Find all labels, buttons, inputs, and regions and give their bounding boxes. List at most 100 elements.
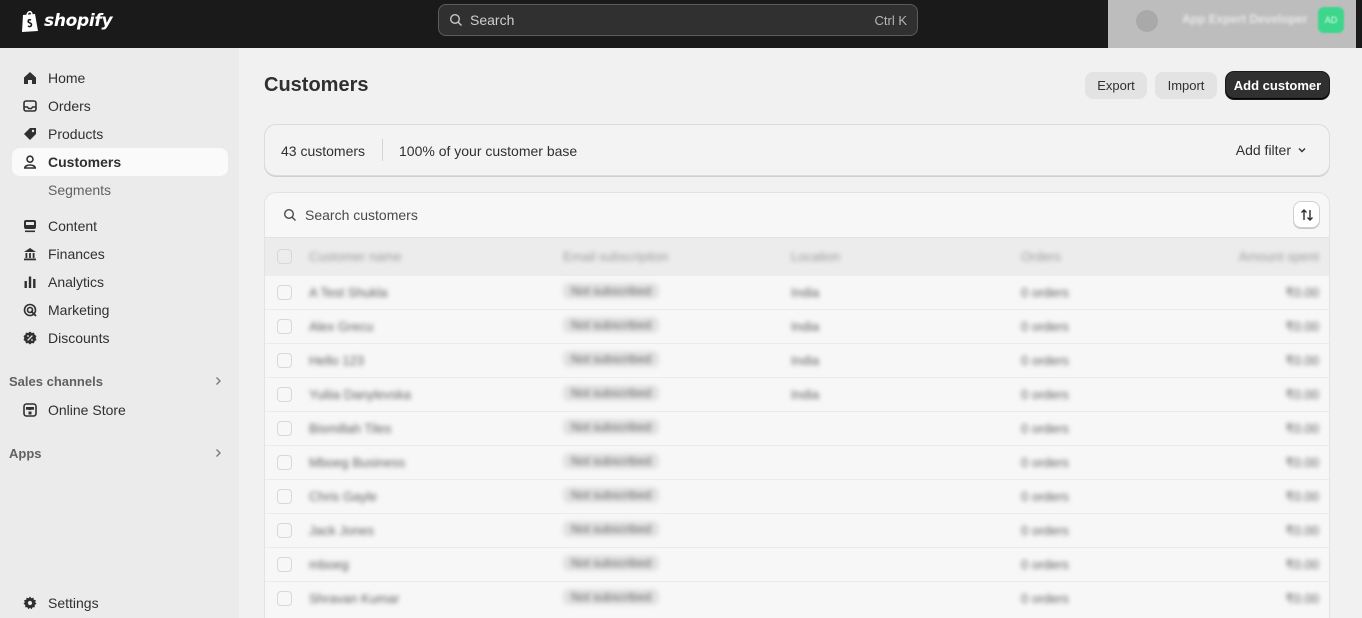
table-row[interactable]: Yuliia Danylevska Not subscribed India 0… <box>265 377 1329 411</box>
bank-icon <box>22 246 38 262</box>
table-row[interactable]: mboeg Not subscribed 0 orders ₹0.00 <box>265 547 1329 581</box>
row-checkbox[interactable] <box>277 489 292 504</box>
sidebar-item-marketing[interactable]: Marketing <box>12 296 228 324</box>
sidebar-item-home[interactable]: Home <box>12 64 228 92</box>
email-subscription-badge: Not subscribed <box>563 453 660 469</box>
account-area: App Expert Developer AD <box>1108 0 1356 48</box>
customer-amount-spent: ₹0.00 <box>1285 455 1319 470</box>
row-checkbox[interactable] <box>277 285 292 300</box>
sidebar-item-customers[interactable]: Customers <box>12 148 228 176</box>
customer-name: Hello 123 <box>309 353 364 368</box>
target-icon <box>22 302 38 318</box>
add-customer-button[interactable]: Add customer <box>1226 72 1329 99</box>
select-all-checkbox[interactable] <box>277 249 292 264</box>
customer-orders: 0 orders <box>1021 353 1069 368</box>
email-subscription-badge: Not subscribed <box>563 317 660 333</box>
sidebar-item-analytics[interactable]: Analytics <box>12 268 228 296</box>
page-title: Customers <box>264 74 369 96</box>
search-icon <box>283 208 296 221</box>
customer-count: 43 customers <box>281 143 366 159</box>
row-checkbox[interactable] <box>277 353 292 368</box>
sidebar-item-segments[interactable]: Segments <box>12 176 228 204</box>
row-checkbox[interactable] <box>277 523 292 538</box>
avatar[interactable]: AD <box>1318 7 1344 33</box>
sidebar-item-label: Customers <box>48 154 122 170</box>
table-row[interactable]: Alex Grecu Not subscribed India 0 orders… <box>265 309 1329 343</box>
customer-orders: 0 orders <box>1021 285 1069 300</box>
customer-amount-spent: ₹0.00 <box>1285 285 1319 300</box>
customer-search-input[interactable]: Search customers <box>283 207 418 223</box>
sidebar-item-orders[interactable]: Orders <box>12 92 228 120</box>
chevron-right-icon <box>216 377 221 385</box>
email-subscription-badge: Not subscribed <box>563 521 660 537</box>
gear-icon <box>22 595 38 611</box>
apps-section[interactable]: Apps <box>9 443 223 463</box>
sidebar-item-label: Marketing <box>48 302 110 318</box>
summary-divider <box>382 139 383 161</box>
sidebar-item-discounts[interactable]: Discounts <box>12 324 228 352</box>
store-name[interactable]: App Expert Developer <box>1182 12 1307 26</box>
customer-amount-spent: ₹0.00 <box>1285 387 1319 402</box>
sales-channels-label: Sales channels <box>9 373 103 389</box>
sidebar-item-label: Discounts <box>48 330 110 346</box>
column-header-location[interactable]: Location <box>791 249 840 264</box>
row-checkbox[interactable] <box>277 421 292 436</box>
sidebar-item-finances[interactable]: Finances <box>12 240 228 268</box>
sidebar-item-label: Segments <box>48 182 112 198</box>
sidebar-item-label: Online Store <box>48 402 126 418</box>
table-row[interactable]: Shravan Kumar Not subscribed 0 orders ₹0… <box>265 581 1329 615</box>
column-header-email[interactable]: Email subscription <box>563 249 669 264</box>
sidebar-item-label: Content <box>48 218 98 234</box>
sidebar-item-label: Settings <box>48 595 99 611</box>
sidebar-item-products[interactable]: Products <box>12 120 228 148</box>
import-button[interactable]: Import <box>1155 72 1217 99</box>
customer-summary-bar: 43 customers 100% of your customer base … <box>264 124 1330 176</box>
customer-amount-spent: ₹0.00 <box>1285 489 1319 504</box>
sidebar-item-label: Analytics <box>48 274 105 290</box>
global-search-input[interactable]: Search Ctrl K <box>438 4 918 36</box>
table-row[interactable]: Mboeg Business Not subscribed 0 orders ₹… <box>265 445 1329 479</box>
sidebar-item-settings[interactable]: Settings <box>12 589 228 617</box>
shopify-logo[interactable]: shopify <box>20 9 113 33</box>
content-icon <box>22 218 38 234</box>
row-checkbox[interactable] <box>277 387 292 402</box>
column-header-orders[interactable]: Orders <box>1021 249 1061 264</box>
tag-icon <box>22 126 38 142</box>
column-header-name[interactable]: Customer name <box>309 249 401 264</box>
shopify-bag-icon <box>22 10 38 32</box>
customer-name: Shravan Kumar <box>309 591 400 606</box>
email-subscription-badge: Not subscribed <box>563 283 660 299</box>
customer-name: Chris Gayle <box>309 489 377 504</box>
sort-button[interactable] <box>1293 201 1320 228</box>
customer-amount-spent: ₹0.00 <box>1285 557 1319 572</box>
table-row[interactable]: Bismillah Tiles Not subscribed 0 orders … <box>265 411 1329 445</box>
row-checkbox[interactable] <box>277 591 292 606</box>
row-checkbox[interactable] <box>277 455 292 470</box>
discount-badge-icon <box>22 330 38 346</box>
bar-chart-icon <box>22 274 38 290</box>
email-subscription-badge: Not subscribed <box>563 351 660 367</box>
sidebar-item-label: Home <box>48 70 86 86</box>
table-row[interactable]: Chris Gayle Not subscribed 0 orders ₹0.0… <box>265 479 1329 513</box>
email-subscription-badge: Not subscribed <box>563 589 660 605</box>
sidebar-item-content[interactable]: Content <box>12 212 228 240</box>
sidebar-item-online-store[interactable]: Online Store <box>12 396 228 424</box>
inbox-icon <box>22 98 38 114</box>
table-row[interactable]: A Test Shukla Not subscribed India 0 ord… <box>265 275 1329 309</box>
column-header-amount[interactable]: Amount spent <box>1239 249 1319 264</box>
add-filter-label: Add filter <box>1235 142 1291 158</box>
export-button[interactable]: Export <box>1085 72 1147 99</box>
customer-base-percentage: 100% of your customer base <box>399 143 578 159</box>
add-filter-button[interactable]: Add filter <box>1236 142 1307 158</box>
row-checkbox[interactable] <box>277 319 292 334</box>
table-row[interactable]: Hello 123 Not subscribed India 0 orders … <box>265 343 1329 377</box>
customer-amount-spent: ₹0.00 <box>1285 523 1319 538</box>
customer-location: India <box>791 285 820 300</box>
row-checkbox[interactable] <box>277 557 292 572</box>
notifications-bell-icon[interactable] <box>1136 10 1158 32</box>
customer-location: India <box>791 319 820 334</box>
search-placeholder: Search <box>470 12 515 28</box>
table-row[interactable]: Jack Jones Not subscribed 0 orders ₹0.00 <box>265 513 1329 547</box>
email-subscription-badge: Not subscribed <box>563 419 660 435</box>
sales-channels-section[interactable]: Sales channels <box>9 371 223 391</box>
